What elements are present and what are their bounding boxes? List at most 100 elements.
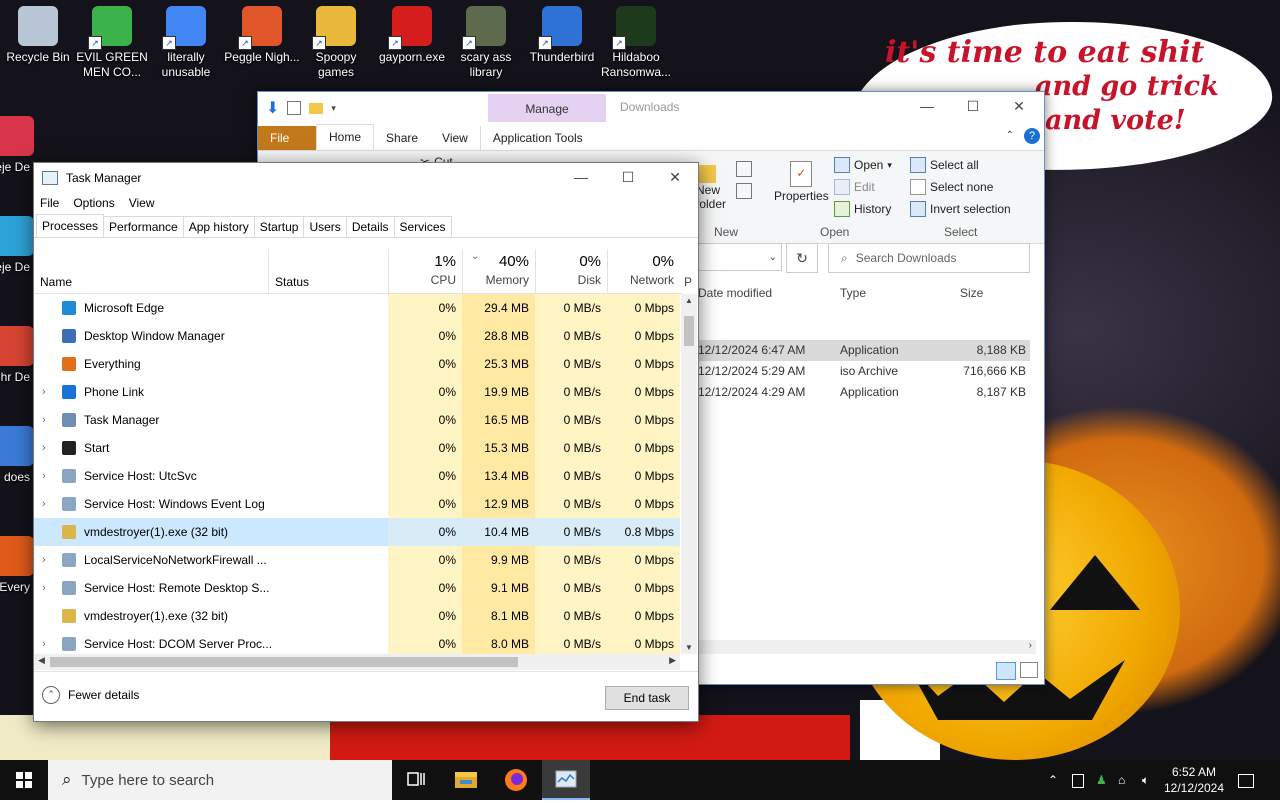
desktop-icon[interactable]: ↗ Peggle Nigh...	[224, 0, 300, 65]
chevron-down-icon[interactable]: ▾	[331, 103, 336, 114]
menu-file[interactable]: File	[40, 196, 59, 210]
expand-chevron-icon[interactable]: ›	[42, 378, 46, 406]
column-power[interactable]: P	[684, 275, 692, 289]
tab-home[interactable]: Home	[316, 124, 375, 150]
taskbar-file-explorer[interactable]	[442, 760, 490, 800]
column-cpu[interactable]: 1% CPU	[388, 249, 462, 293]
process-vertical-scrollbar[interactable]: ▲ ▼	[681, 294, 697, 654]
column-disk[interactable]: 0% Disk	[535, 249, 607, 293]
details-view-icon[interactable]	[996, 662, 1016, 680]
file-row[interactable]: 12/12/2024 5:29 AM iso Archive 716,666 KB	[696, 361, 1030, 382]
process-row[interactable]: › Phone Link 0% 19.9 MB 0 MB/s 0 Mbps	[34, 378, 680, 406]
taskbar-search-box[interactable]: ⌕ Type here to search	[48, 760, 392, 800]
tab-performance[interactable]: Performance	[103, 216, 184, 237]
tab-view[interactable]: View	[430, 126, 480, 150]
end-task-button[interactable]: End task	[605, 686, 689, 710]
desktop-icon[interactable]: ↗ Spoopy games	[298, 0, 374, 80]
desktop-icon[interactable]: Every	[0, 530, 34, 595]
column-type[interactable]: Type	[840, 286, 866, 300]
tab-startup[interactable]: Startup	[253, 216, 305, 237]
process-row[interactable]: Desktop Window Manager 0% 28.8 MB 0 MB/s 0 M…	[34, 322, 680, 350]
scroll-down-icon[interactable]: ▼	[685, 643, 693, 652]
close-button[interactable]: ✕	[996, 92, 1042, 122]
desktop-icon[interactable]: Recycle Bin	[0, 0, 76, 65]
tray-green-men-icon[interactable]: ♟	[1096, 760, 1107, 800]
column-network[interactable]: 0% Network	[607, 249, 680, 293]
folder-icon[interactable]	[309, 102, 324, 114]
scroll-up-icon[interactable]: ▲	[685, 296, 693, 305]
new-folder-button[interactable]: New folder	[696, 165, 736, 211]
fewer-details-button[interactable]: ⌃ Fewer details	[42, 686, 139, 704]
column-memory[interactable]: ⌄ 40% Memory	[462, 249, 535, 293]
expand-chevron-icon[interactable]: ›	[42, 462, 46, 490]
scroll-thumb[interactable]	[684, 316, 694, 346]
search-downloads-input[interactable]: ⌕ Search Downloads	[828, 243, 1030, 273]
tab-file[interactable]: File	[258, 126, 316, 150]
tab-share[interactable]: Share	[374, 126, 430, 150]
expand-chevron-icon[interactable]: ›	[42, 574, 46, 602]
expand-chevron-icon[interactable]: ›	[42, 434, 46, 462]
minimize-button[interactable]: —	[558, 163, 604, 193]
file-row[interactable]: 12/12/2024 4:29 AM Application 8,187 KB	[696, 382, 1030, 403]
desktop-icon[interactable]: ↗ gayporn.exe	[374, 0, 450, 65]
start-button[interactable]	[0, 760, 48, 800]
large-icons-view-icon[interactable]	[1020, 662, 1038, 678]
show-hidden-icons-button[interactable]: ⌃	[1048, 760, 1058, 800]
ribbon-collapse-icon[interactable]: ⌃	[1006, 130, 1014, 141]
desktop-icon[interactable]: does	[0, 420, 34, 485]
tab-application-tools[interactable]: Application Tools	[479, 126, 595, 150]
expand-chevron-icon[interactable]: ›	[42, 546, 46, 574]
process-row[interactable]: › Service Host: Remote Desktop S... 0% 9.1 …	[34, 574, 680, 602]
column-status[interactable]: Status	[268, 249, 389, 293]
menu-options[interactable]: Options	[73, 196, 114, 210]
desktop-icon[interactable]: Chr De	[0, 320, 34, 385]
new-item-icon[interactable]	[736, 161, 752, 177]
edit-button[interactable]: Edit	[834, 179, 875, 195]
process-row[interactable]: › Service Host: UtcSvc 0% 13.4 MB 0 MB/s 0 Mb…	[34, 462, 680, 490]
maximize-button[interactable]: ☐	[950, 92, 996, 122]
desktop-icon[interactable]: Beje De	[0, 210, 34, 275]
process-horizontal-scrollbar[interactable]: ◀ ▶	[34, 654, 680, 670]
column-date-modified[interactable]: Date modified	[698, 286, 772, 300]
desktop-icon[interactable]: ↗ literally unusable	[148, 0, 224, 80]
task-view-button[interactable]	[392, 760, 440, 800]
properties-button[interactable]: ✓ Properties	[774, 161, 829, 203]
tab-users[interactable]: Users	[303, 216, 347, 237]
tab-details[interactable]: Details	[345, 216, 395, 237]
maximize-button[interactable]: ☐	[605, 163, 651, 193]
explorer-horizontal-scrollbar[interactable]: ›	[696, 640, 1036, 654]
process-row[interactable]: › Service Host: DCOM Server Proc... 0% 8.0 …	[34, 630, 680, 654]
process-row[interactable]: Everything 0% 25.3 MB 0 MB/s 0 Mbps	[34, 350, 680, 378]
open-button[interactable]: Open ▾	[834, 157, 892, 173]
notifications-button[interactable]	[1238, 760, 1254, 800]
tab-processes[interactable]: Processes	[36, 214, 105, 237]
expand-chevron-icon[interactable]: ›	[42, 406, 46, 434]
task-manager-window[interactable]: Task Manager — ☐ ✕ File Options View Pro…	[33, 162, 699, 722]
easy-access-icon[interactable]	[736, 183, 752, 199]
taskbar-firefox[interactable]	[492, 760, 540, 800]
file-row[interactable]: 12/12/2024 6:47 AM Application 8,188 KB	[696, 340, 1030, 361]
expand-chevron-icon[interactable]: ›	[42, 490, 46, 518]
scroll-thumb[interactable]	[50, 657, 518, 667]
properties-check-icon[interactable]	[287, 101, 302, 115]
desktop-icon[interactable]: ↗ Hildaboo Ransomwa...	[598, 0, 674, 80]
address-dropdown[interactable]: ⌄	[696, 243, 782, 271]
network-icon[interactable]: ⌂	[1118, 760, 1125, 800]
task-manager-titlebar[interactable]: Task Manager — ☐ ✕	[34, 163, 698, 193]
refresh-button[interactable]: ↻	[786, 243, 818, 273]
process-row[interactable]: vmdestroyer(1).exe (32 bit) 0% 8.1 MB 0 MB/…	[34, 602, 680, 630]
volume-icon[interactable]: 🔈︎	[1142, 760, 1149, 800]
close-button[interactable]: ✕	[652, 163, 698, 193]
process-row[interactable]: vmdestroyer(1).exe (32 bit) 0% 10.4 MB 0 MB…	[34, 518, 680, 546]
process-row[interactable]: › Service Host: Windows Event Log 0% 12.9 M…	[34, 490, 680, 518]
desktop-icon[interactable]: ↗ scary ass library	[448, 0, 524, 80]
minimize-button[interactable]: —	[904, 92, 950, 122]
column-size[interactable]: Size	[960, 286, 983, 300]
desktop-icon[interactable]: ↗ Thunderbird	[524, 0, 600, 65]
manage-contextual-tab[interactable]: Manage	[488, 94, 606, 122]
process-row[interactable]: › Task Manager 0% 16.5 MB 0 MB/s 0 Mbps	[34, 406, 680, 434]
tab-services[interactable]: Services	[393, 216, 452, 237]
tab-app-history[interactable]: App history	[182, 216, 255, 237]
select-none-button[interactable]: Select none	[910, 179, 993, 195]
download-arrow-icon[interactable]: ⬇	[266, 98, 279, 118]
